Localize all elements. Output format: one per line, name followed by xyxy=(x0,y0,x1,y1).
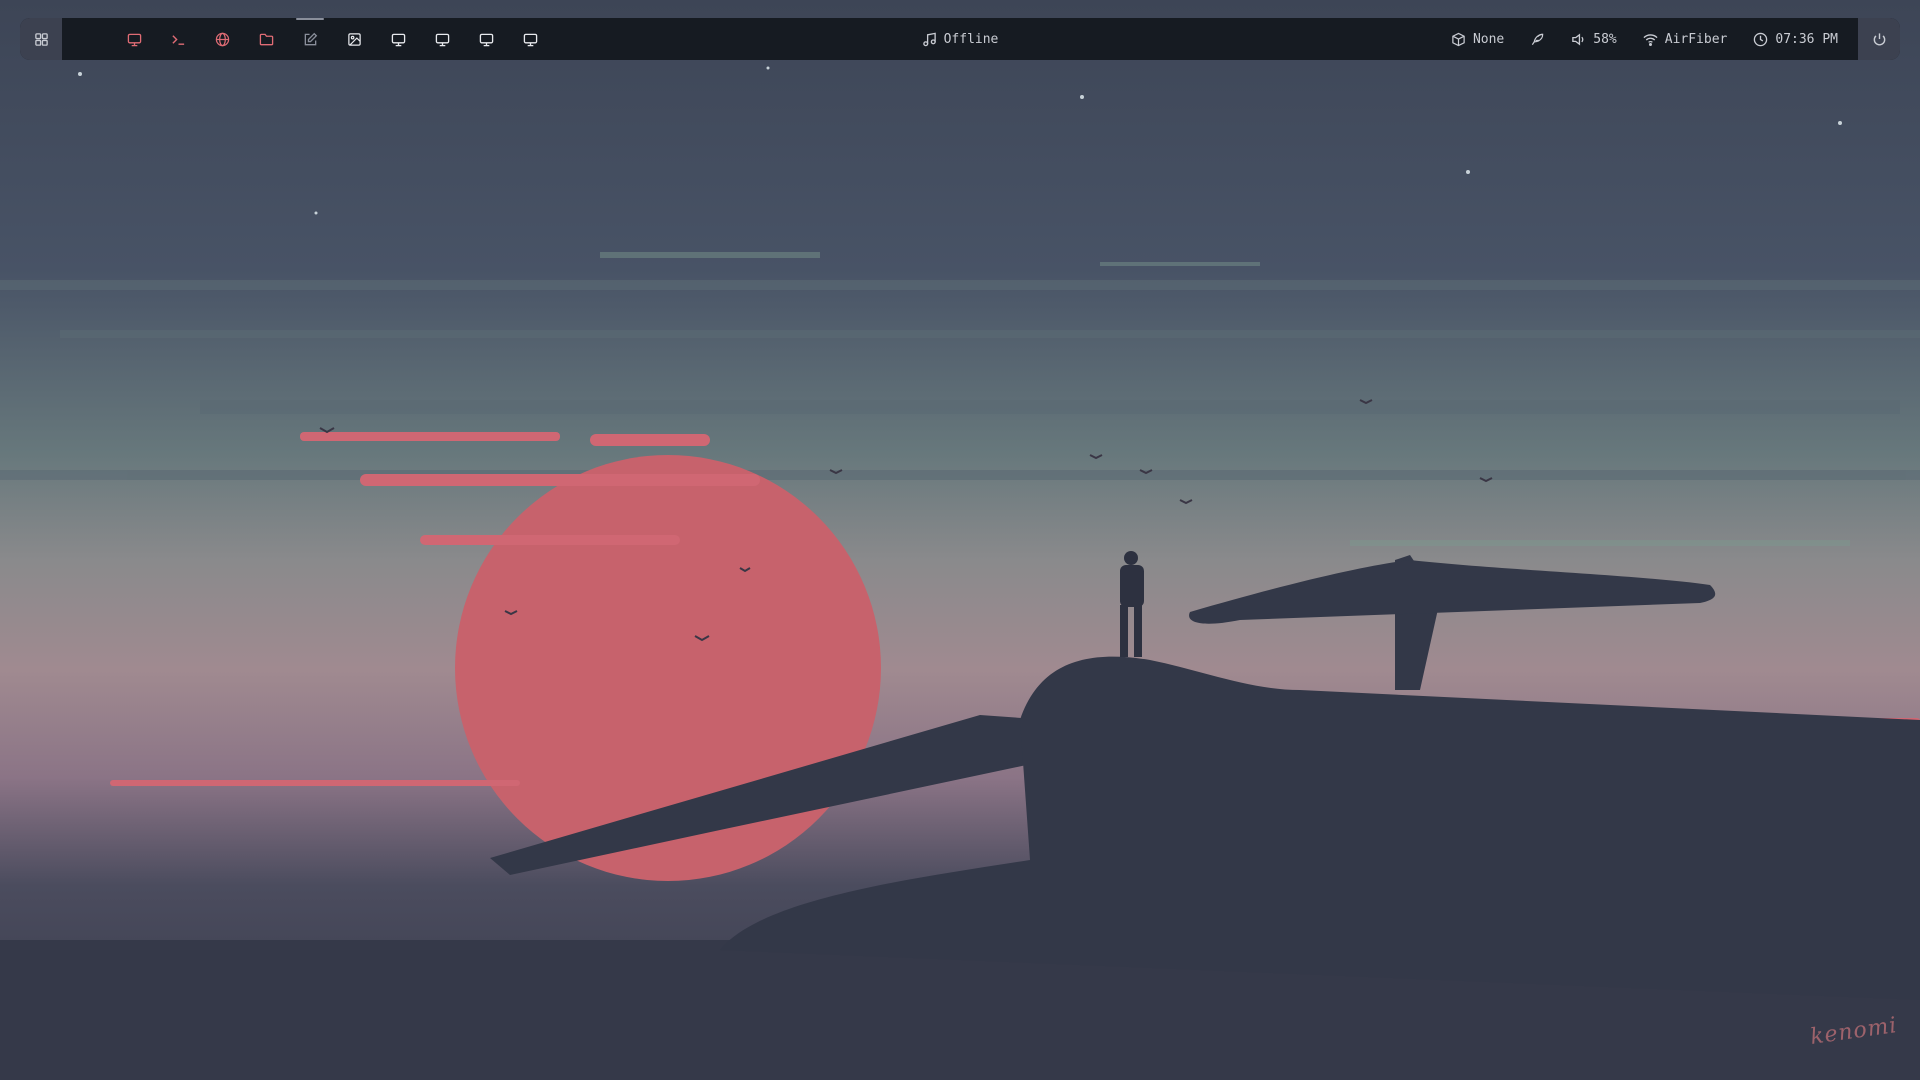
power-button[interactable] xyxy=(1858,18,1900,60)
workspace-6-button[interactable] xyxy=(332,18,376,60)
network-name: AirFiber xyxy=(1664,31,1728,47)
feather-widget[interactable] xyxy=(1530,32,1545,47)
package-updates-widget[interactable]: None xyxy=(1451,32,1504,47)
edit-icon xyxy=(304,32,317,45)
workspace-9-button[interactable] xyxy=(464,18,508,60)
workspace-1-button[interactable] xyxy=(112,18,156,60)
workspace-2-button[interactable] xyxy=(156,18,200,60)
volume-icon xyxy=(1572,33,1584,45)
monitor-icon xyxy=(523,33,537,46)
image-icon xyxy=(347,32,361,46)
volume-level: 58% xyxy=(1593,31,1617,47)
wifi-icon xyxy=(1643,33,1658,46)
monitor-icon xyxy=(479,33,493,46)
workspace-3-button[interactable] xyxy=(200,18,244,60)
clock-widget[interactable]: 07:36 PM xyxy=(1753,32,1838,47)
music-icon xyxy=(922,32,936,46)
globe-icon xyxy=(215,32,229,46)
app-launcher-button[interactable] xyxy=(20,18,62,60)
terminal-icon xyxy=(171,34,184,45)
monitor-icon xyxy=(391,33,405,46)
top-bar: Offline None 58% AirFiber 07:36 PM xyxy=(20,18,1900,60)
monitor-icon xyxy=(127,33,141,46)
media-player-widget[interactable]: Offline xyxy=(922,31,999,47)
workspace-8-button[interactable] xyxy=(420,18,464,60)
workspace-switcher xyxy=(112,18,552,60)
monitor-icon xyxy=(435,33,449,46)
grid-icon xyxy=(34,32,48,46)
feather-icon xyxy=(1532,33,1544,45)
desktop-wallpaper xyxy=(0,0,1920,1080)
power-icon xyxy=(1873,32,1885,45)
workspace-5-button[interactable] xyxy=(288,18,332,60)
workspace-10-button[interactable] xyxy=(508,18,552,60)
folder-icon xyxy=(259,33,273,45)
workspace-7-button[interactable] xyxy=(376,18,420,60)
workspace-4-button[interactable] xyxy=(244,18,288,60)
package-updates-label: None xyxy=(1472,31,1505,47)
clock-icon xyxy=(1754,32,1768,46)
media-status: Offline xyxy=(943,31,999,47)
clock-time: 07:36 PM xyxy=(1775,31,1838,47)
package-icon xyxy=(1452,32,1465,46)
network-widget[interactable]: AirFiber xyxy=(1643,31,1728,47)
volume-widget[interactable]: 58% xyxy=(1571,31,1617,47)
